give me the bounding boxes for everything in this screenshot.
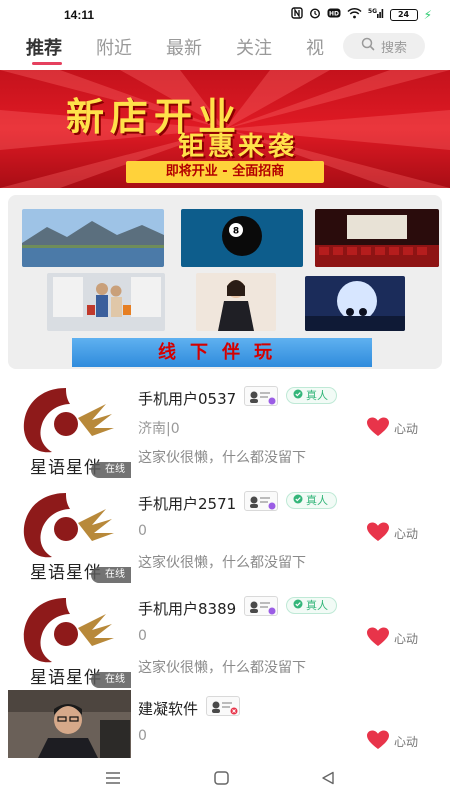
tab-nearby[interactable]: 附近 [96, 34, 132, 60]
status-bar: 14:11 HD 5G 24 ⚡ [0, 0, 450, 26]
user-bio: 这家伙很懒，什么都没留下 [138, 450, 306, 466]
verified-badge: 真人 [286, 492, 337, 509]
tab-video[interactable]: 视 [306, 34, 324, 60]
id-card-icon [244, 491, 278, 511]
status-time: 14:11 [64, 8, 95, 22]
hd-icon: HD [327, 7, 341, 22]
avatar[interactable]: 星语星伴 在线 [8, 485, 131, 590]
back-icon[interactable] [321, 770, 335, 789]
user-name[interactable]: 手机用户8389 [138, 598, 236, 619]
heart-icon [366, 730, 390, 753]
heart-icon [366, 417, 390, 440]
charging-icon: ⚡ [423, 7, 432, 22]
like-label: 心动 [394, 735, 419, 749]
like-button[interactable]: 心动 [366, 417, 418, 440]
active-tab-indicator [32, 62, 62, 65]
heart-icon [366, 627, 390, 650]
id-card-icon [244, 596, 278, 616]
online-badge: 在线 [91, 567, 131, 583]
banner-subtitle: 即将开业 - 全面招商 [126, 161, 324, 183]
user-location: 0 [138, 523, 147, 539]
user-name[interactable]: 手机用户2571 [138, 493, 236, 514]
like-button[interactable]: 心动 [366, 730, 418, 753]
man-portrait-photo [8, 690, 131, 758]
user-bio: 这家伙很懒，什么都没留下 [138, 555, 306, 571]
avatar[interactable]: 星语星伴 在线 [8, 590, 131, 695]
tab-latest[interactable]: 最新 [166, 34, 202, 60]
battery-icon: 24 [389, 8, 418, 21]
svg-text:HD: HD [329, 11, 339, 18]
id-card-icon [206, 696, 240, 716]
system-nav-bar [0, 758, 450, 800]
status-icons: HD 5G 24 ⚡ [290, 7, 432, 22]
user-location: 济南|0 [138, 421, 180, 437]
svg-text:8: 8 [233, 227, 239, 237]
avatar[interactable]: 星语星伴 在线 [8, 380, 131, 485]
verified-badge: 真人 [286, 387, 337, 404]
tab-following[interactable]: 关注 [236, 34, 272, 60]
online-badge: 在线 [91, 672, 131, 688]
tab-recommend[interactable]: 推荐 [26, 34, 62, 60]
list-item[interactable]: 星语星伴 在线 手机用户2571 真人 0 这家伙很懒，什么都没留下 心动 [0, 485, 450, 590]
banner-title-line2: 钜惠来袭 [178, 132, 299, 162]
like-button[interactable]: 心动 [366, 522, 418, 545]
avatar[interactable] [8, 690, 131, 758]
id-card-icon [244, 386, 278, 406]
verified-label: 真人 [306, 494, 328, 507]
offline-companion-label: 线下伴玩 [72, 338, 372, 367]
home-icon[interactable] [214, 770, 229, 789]
alarm-icon [309, 7, 321, 22]
user-name[interactable]: 建凝软件 [138, 698, 198, 719]
promo-banner[interactable]: 新店开业 钜惠来袭 即将开业 - 全面招商 [0, 70, 450, 188]
like-button[interactable]: 心动 [366, 627, 418, 650]
menu-icon[interactable] [105, 770, 121, 789]
woman-portrait-photo [196, 273, 276, 331]
like-label: 心动 [394, 632, 419, 646]
shopping-couple-photo [47, 273, 165, 331]
like-label: 心动 [394, 422, 419, 436]
verified-label: 真人 [306, 389, 328, 402]
search-icon [361, 37, 375, 55]
verified-label: 真人 [306, 599, 328, 612]
signal-5g-icon: 5G [368, 7, 384, 22]
search-button[interactable]: 搜索 [343, 33, 425, 59]
like-label: 心动 [394, 527, 419, 541]
svg-text:5G: 5G [368, 8, 377, 15]
list-item[interactable]: 星语星伴 在线 手机用户0537 真人 济南|0 这家伙很懒，什么都没留下 心动 [0, 380, 450, 485]
lake-landscape-photo [22, 209, 164, 267]
check-shield-icon [293, 388, 303, 403]
check-shield-icon [293, 493, 303, 508]
check-shield-icon [293, 598, 303, 613]
search-placeholder: 搜索 [380, 40, 407, 56]
billiard-ball-photo: 8 [181, 209, 303, 267]
verified-badge: 真人 [286, 597, 337, 614]
nfc-icon [290, 7, 303, 22]
user-location: 0 [138, 728, 147, 744]
moon-night-photo [305, 276, 405, 331]
user-location: 0 [138, 628, 147, 644]
heart-icon [366, 522, 390, 545]
cinema-photo [315, 209, 439, 267]
user-bio: 这家伙很懒，什么都没留下 [138, 660, 306, 676]
online-badge: 在线 [91, 462, 131, 478]
wifi-icon [347, 7, 362, 22]
user-name[interactable]: 手机用户0537 [138, 388, 236, 409]
list-item[interactable]: 星语星伴 在线 手机用户8389 真人 0 这家伙很懒，什么都没留下 心动 [0, 590, 450, 695]
